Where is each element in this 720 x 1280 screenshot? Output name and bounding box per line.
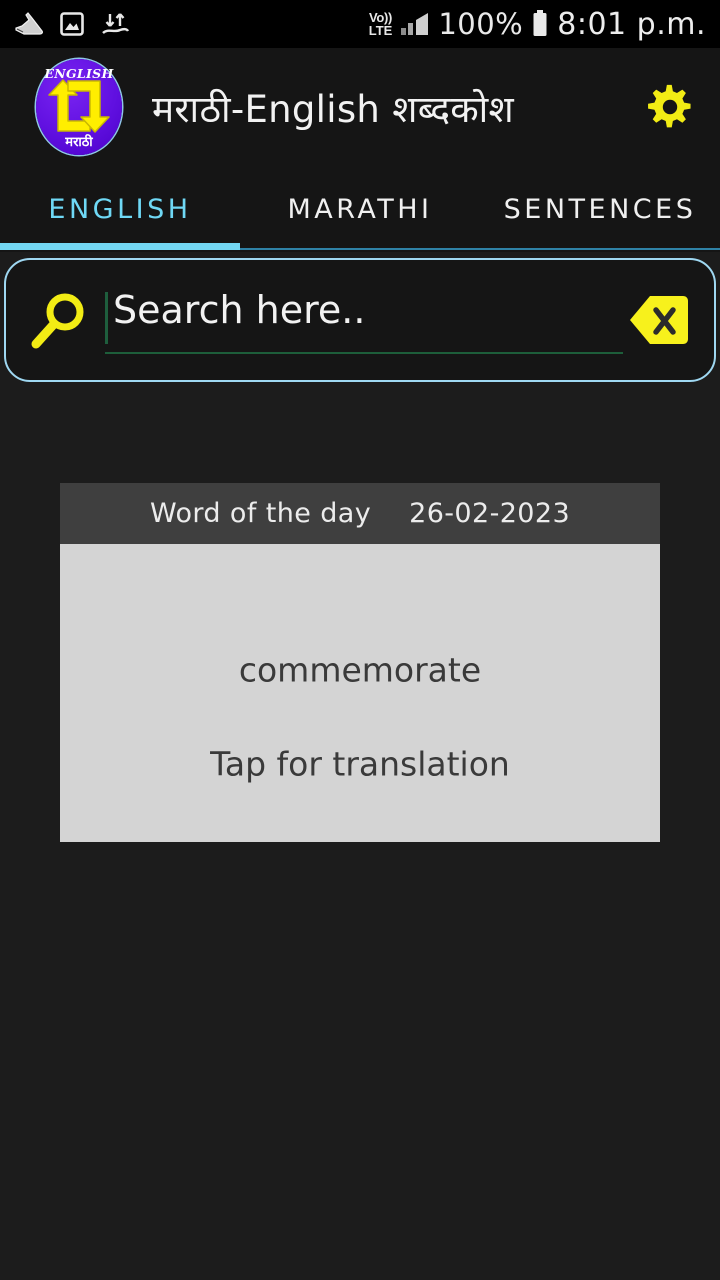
active-tab-indicator xyxy=(0,243,240,250)
battery-full-icon xyxy=(533,10,547,36)
word-of-the-day-body[interactable]: commemorate Tap for translation xyxy=(60,544,660,842)
two-way-arrows-icon xyxy=(48,79,110,133)
app-logo: ENGLISH मराठी xyxy=(36,59,122,155)
battery-percent-label: 100% xyxy=(438,7,524,41)
word-of-the-day-header: Word of the day 26-02-2023 xyxy=(60,483,660,544)
search-icon[interactable] xyxy=(26,288,92,354)
status-bar-right-info: Vo)) LTE 100% 8:01 p.m. xyxy=(369,7,706,42)
logo-bottom-label: मराठी xyxy=(65,135,93,150)
gear-icon[interactable] xyxy=(646,83,694,131)
app-title: मराठी-English शब्दकोश xyxy=(152,87,515,131)
pedometer-shoe-icon xyxy=(15,12,43,35)
app-header-bar: ENGLISH मराठी मराठी-English शब्दकोश xyxy=(0,48,720,166)
volte-line2: LTE xyxy=(368,23,393,38)
signal-bars-icon xyxy=(401,13,429,35)
clock-label: 8:01 p.m. xyxy=(557,6,706,42)
text-cursor xyxy=(105,292,108,344)
logo-top-label: ENGLISH xyxy=(44,66,114,81)
word-of-the-day-title: Word of the day xyxy=(149,498,372,529)
search-input[interactable]: Search here.. xyxy=(105,288,623,356)
word-of-the-day-date: 26-02-2023 xyxy=(409,498,571,529)
data-transfer-icon xyxy=(102,13,130,34)
volte-indicator: Vo)) LTE xyxy=(369,11,393,37)
search-bar[interactable]: Search here.. xyxy=(4,258,716,382)
tab-marathi[interactable]: MARATHI xyxy=(240,194,480,225)
tab-bar: ENGLISH MARATHI SENTENCES xyxy=(0,166,720,252)
word-of-the-day-card[interactable]: Word of the day 26-02-2023 commemorate T… xyxy=(60,483,660,842)
word-of-the-day-word: commemorate xyxy=(238,650,482,690)
app-screen: Vo)) LTE 100% 8:01 p.m. ENGLISH मराठी मर… xyxy=(0,0,720,1280)
photo-icon xyxy=(60,12,84,36)
search-placeholder: Search here.. xyxy=(113,288,366,332)
word-of-the-day-hint: Tap for translation xyxy=(210,744,510,784)
search-underline xyxy=(105,352,623,354)
tab-english[interactable]: ENGLISH xyxy=(0,194,240,225)
tab-sentences[interactable]: SENTENCES xyxy=(480,194,720,225)
status-bar: Vo)) LTE 100% 8:01 p.m. xyxy=(0,0,720,48)
clear-backspace-icon[interactable] xyxy=(628,294,690,346)
status-bar-left-icons xyxy=(14,11,130,37)
